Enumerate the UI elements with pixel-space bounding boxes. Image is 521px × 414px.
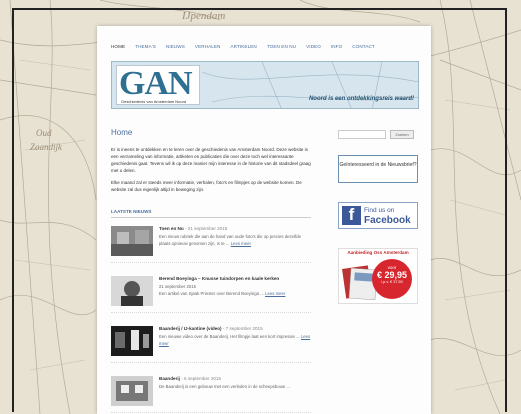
- logo-wordmark: GAN: [119, 65, 193, 102]
- website-page: HOME THEMA'S NIEUWS VERHALEN ARTIKELEN T…: [97, 26, 431, 414]
- intro-paragraph: Elke maand zal er steeds meer informatie…: [111, 180, 302, 192]
- news-thumbnail[interactable]: [111, 226, 153, 256]
- nav-item-nieuws[interactable]: NIEUWS: [166, 44, 185, 49]
- map-label-top: IJpendam: [182, 10, 226, 22]
- news-thumbnail[interactable]: [111, 376, 153, 406]
- nav-item-artikelen[interactable]: ARTIKELEN: [230, 44, 256, 49]
- book-promo-banner[interactable]: Aanbieding Oss Amsterdam voor € 29,95 i.…: [338, 248, 418, 304]
- facebook-link[interactable]: f Find us on Facebook: [338, 202, 418, 229]
- sidebar: Zoeken Geïnteresseerd in de Nieuwsbrief?…: [338, 130, 420, 304]
- price-badge: voor € 29,95 i.p.v. € 37,50: [372, 259, 412, 299]
- news-title[interactable]: Toen en Nu - 21 september 2015: [159, 226, 311, 231]
- main-content: Home Er is ineens te ontdekken en te ler…: [111, 128, 311, 414]
- read-more-link[interactable]: Lees meer: [265, 291, 285, 296]
- intro-text: Er is ineens te ontdekken en te leren ov…: [111, 146, 311, 193]
- map-label-left1: Oud: [36, 128, 52, 138]
- nav-item-themas[interactable]: THEMA'S: [135, 44, 156, 49]
- nav-item-toen-en-nu[interactable]: TOEN EN NU: [267, 44, 296, 49]
- main-navigation: HOME THEMA'S NIEUWS VERHALEN ARTIKELEN T…: [111, 44, 385, 49]
- news-title[interactable]: Berend Boeyinga – Knusse tuindorpen en k…: [159, 276, 311, 281]
- facebook-icon: f: [342, 206, 361, 225]
- site-logo[interactable]: GAN Geschiedenis van Amsterdam Noord: [116, 65, 200, 105]
- news-item: Toen en Nu - 21 september 2015 Een nieuw…: [111, 226, 311, 263]
- search-input[interactable]: [338, 130, 386, 139]
- facebook-caption: Find us on: [364, 206, 395, 214]
- news-thumbnail[interactable]: [111, 326, 153, 356]
- nav-item-contact[interactable]: CONTACT: [352, 44, 375, 49]
- news-excerpt: Een nieuw rubriek die aan de hand van ou…: [159, 234, 302, 246]
- header-banner[interactable]: GAN Geschiedenis van Amsterdam Noord Noo…: [111, 61, 419, 109]
- page-title: Home: [111, 128, 133, 137]
- news-item: Baanderij - 6 september 2015 De Baanderi…: [111, 376, 311, 413]
- nav-item-home[interactable]: HOME: [111, 44, 125, 49]
- news-title[interactable]: Baanderij - 6 september 2015: [159, 376, 311, 381]
- news-excerpt: De Baanderij is een gebouw met een verle…: [159, 384, 290, 389]
- news-date: - 6 september 2015: [181, 376, 222, 381]
- news-date: - 7 september 2015: [222, 326, 263, 331]
- nav-item-verhalen[interactable]: VERHALEN: [195, 44, 221, 49]
- nav-item-video[interactable]: VIDEO: [306, 44, 321, 49]
- promo-title: Aanbieding Oss Amsterdam: [339, 249, 417, 257]
- facebook-wordmark: Facebook: [364, 214, 411, 226]
- news-title[interactable]: Baanderij / IJ-kantine (video) - 7 septe…: [159, 326, 311, 331]
- search-button[interactable]: Zoeken: [390, 130, 414, 139]
- search-form: Zoeken: [338, 130, 420, 139]
- news-excerpt: Een artikel van Sjaak Priester over Bere…: [159, 290, 286, 296]
- news-excerpt: Een nieuwe video over de Baanderij. Het …: [159, 334, 311, 346]
- news-item: Berend Boeyinga – Knusse tuindorpen en k…: [111, 276, 311, 313]
- news-thumbnail[interactable]: [111, 276, 153, 306]
- newsletter-button[interactable]: Geïnteresseerd in de Nieuwsbrief?: [338, 155, 418, 183]
- news-item: Baanderij / IJ-kantine (video) - 7 septe…: [111, 326, 311, 363]
- nav-item-info[interactable]: INFO: [331, 44, 342, 49]
- latest-news-header: LAATSTE NIEUWS: [111, 209, 311, 218]
- map-label-left2: Zaandijk: [30, 142, 63, 152]
- banner-slogan: Noord is een ontdekkingsreis waard!: [308, 96, 414, 102]
- news-date: - 21 september 2015: [184, 226, 228, 231]
- intro-paragraph: Er is ineens te ontdekken en te leren ov…: [111, 147, 311, 173]
- read-more-link[interactable]: Lees meer: [231, 241, 251, 246]
- logo-subtitle: Geschiedenis van Amsterdam Noord: [121, 99, 187, 104]
